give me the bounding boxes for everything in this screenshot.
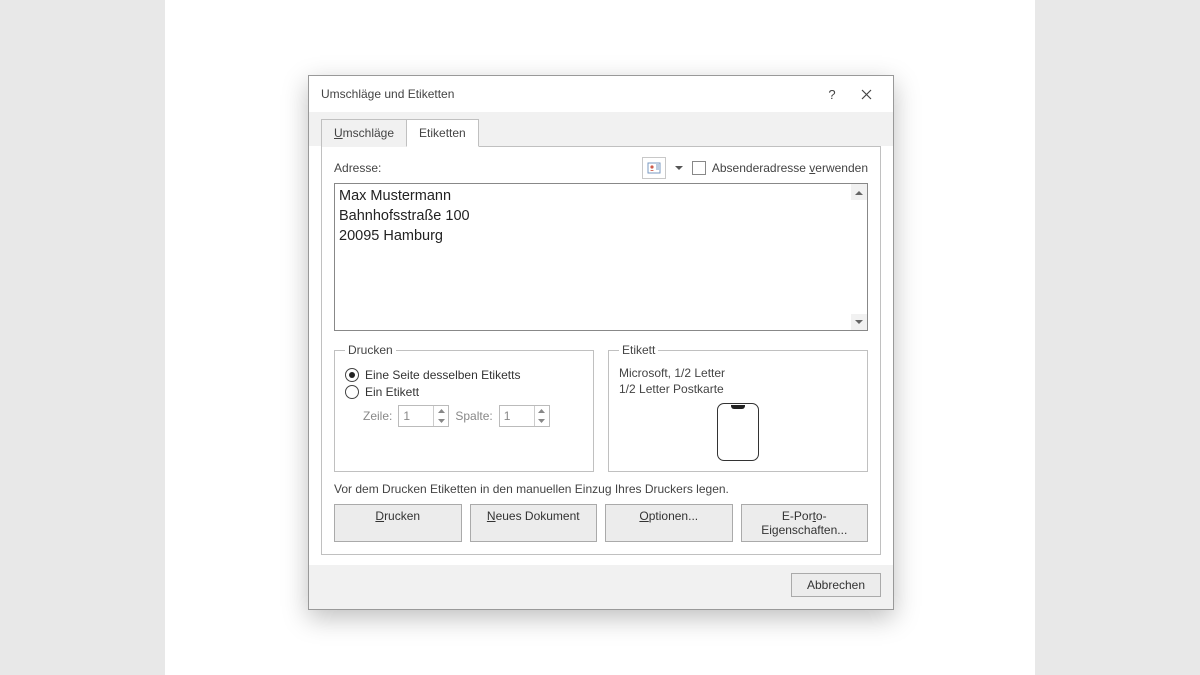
column-label: Spalte:	[455, 409, 492, 423]
tab-strip: Umschläge Etiketten	[309, 112, 893, 146]
radio-single-label[interactable]: Ein Etikett	[345, 385, 583, 399]
new-document-button[interactable]: Neues Dokument	[470, 504, 598, 542]
use-sender-address-checkbox[interactable]	[692, 161, 706, 175]
address-textbox[interactable]: Max Mustermann Bahnhofsstraße 100 20095 …	[334, 183, 868, 331]
cancel-button[interactable]: Abbrechen	[791, 573, 881, 597]
tab-envelopes[interactable]: Umschläge	[321, 119, 407, 147]
scroll-up-button[interactable]	[851, 184, 867, 200]
radio-single-label-text: Ein Etikett	[365, 385, 419, 399]
dialog-footer: Abbrechen	[309, 565, 893, 609]
row-spinner[interactable]: 1	[398, 405, 449, 427]
address-label: Adresse:	[334, 161, 381, 175]
spin-up-icon[interactable]	[535, 406, 549, 416]
label-preview-icon	[717, 403, 759, 461]
spin-down-icon[interactable]	[434, 416, 448, 426]
chevron-down-icon	[675, 166, 683, 171]
printer-hint: Vor dem Drucken Etiketten in den manuell…	[334, 482, 868, 496]
tab-panel-labels: Adresse: Absenderadresse verwenden Max M…	[321, 146, 881, 555]
close-icon	[861, 89, 872, 100]
tab-labels[interactable]: Etiketten	[406, 119, 479, 147]
label-group-legend: Etikett	[619, 343, 658, 357]
close-button[interactable]	[849, 82, 883, 106]
spin-up-icon[interactable]	[434, 406, 448, 416]
row-label: Zeile:	[363, 409, 392, 423]
print-button[interactable]: Drucken	[334, 504, 462, 542]
dialog-titlebar: Umschläge und Etiketten ?	[309, 76, 893, 112]
help-button[interactable]: ?	[815, 82, 849, 106]
row-value: 1	[399, 406, 433, 426]
address-book-icon	[647, 162, 661, 174]
envelopes-and-labels-dialog: Umschläge und Etiketten ? Umschläge Etik…	[308, 75, 894, 610]
eporto-properties-button[interactable]: E-Porto-Eigenschaften...	[741, 504, 869, 542]
single-label-position: Zeile: 1 Spalte: 1	[363, 405, 583, 427]
print-group-legend: Drucken	[345, 343, 396, 357]
column-spinner[interactable]: 1	[499, 405, 550, 427]
options-button[interactable]: Optionen...	[605, 504, 733, 542]
spin-down-icon[interactable]	[535, 416, 549, 426]
label-group[interactable]: Etikett Microsoft, 1/2 Letter 1/2 Letter…	[608, 343, 868, 472]
radio-icon	[345, 385, 359, 399]
print-group: Drucken Eine Seite desselben Etiketts Ei…	[334, 343, 594, 472]
address-header-row: Adresse: Absenderadresse verwenden	[334, 157, 868, 179]
label-info-line2: 1/2 Letter Postkarte	[619, 381, 857, 397]
chevron-up-icon	[855, 190, 863, 195]
address-text-content: Max Mustermann Bahnhofsstraße 100 20095 …	[339, 186, 849, 328]
radio-full-page-label: Eine Seite desselben Etiketts	[365, 368, 520, 382]
radio-full-page[interactable]: Eine Seite desselben Etiketts	[345, 368, 583, 382]
dialog-title: Umschläge und Etiketten	[321, 87, 815, 101]
scroll-down-button[interactable]	[851, 314, 867, 330]
chevron-down-icon	[855, 320, 863, 325]
address-dropdown-button[interactable]	[672, 158, 686, 178]
action-button-row: Drucken Neues Dokument Optionen... E-Por…	[334, 504, 868, 542]
address-book-button[interactable]	[642, 157, 666, 179]
use-sender-address-label: Absenderadresse verwenden	[712, 161, 868, 175]
label-info-line1: Microsoft, 1/2 Letter	[619, 365, 857, 381]
column-value: 1	[500, 406, 534, 426]
radio-icon	[345, 368, 359, 382]
